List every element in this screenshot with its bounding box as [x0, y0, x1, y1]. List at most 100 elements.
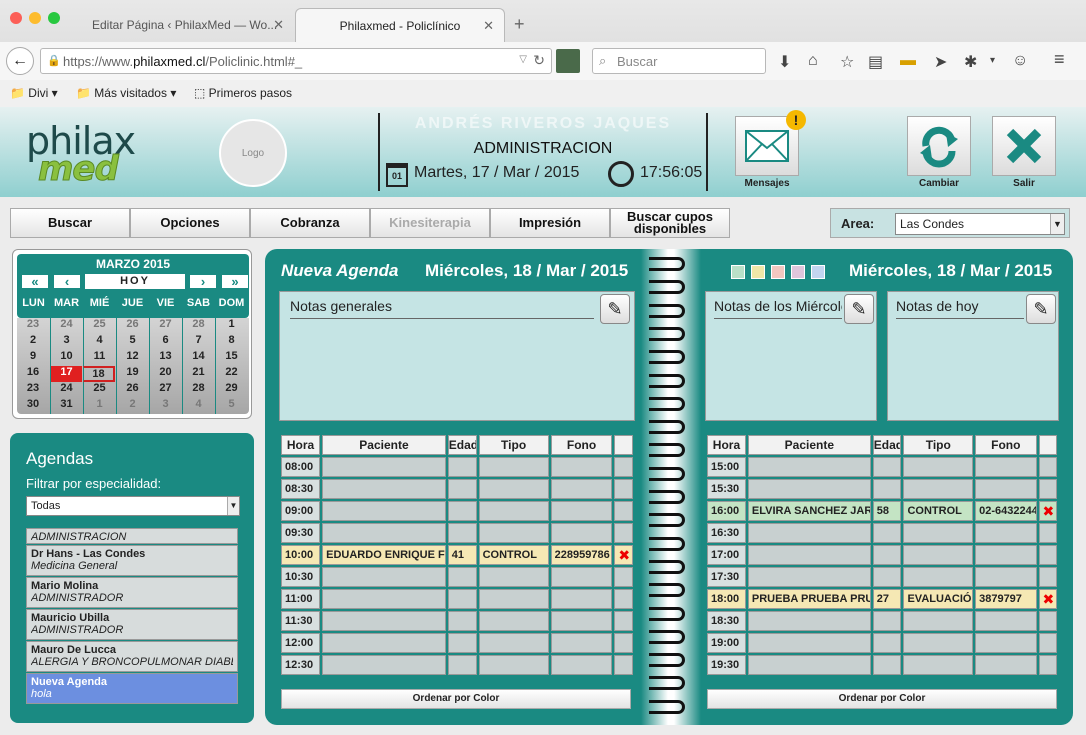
color-swatch[interactable]	[791, 265, 805, 279]
change-button[interactable]	[907, 116, 971, 176]
calendar-day[interactable]: 30	[17, 398, 49, 414]
general-notes[interactable]: Notas generales ✎	[279, 291, 635, 421]
tab-philaxmed[interactable]: Philaxmed - Policlínico ✕	[295, 8, 505, 42]
calendar-day[interactable]: 5	[116, 334, 148, 350]
agenda-list-item[interactable]: Mario Molina ADMINISTRADOR	[26, 577, 238, 608]
table-row[interactable]: 10:30	[281, 567, 633, 587]
calendar-day[interactable]: 17	[50, 366, 82, 382]
order-by-color-button[interactable]: Ordenar por Color	[281, 689, 631, 709]
next-year-button[interactable]: »	[221, 274, 249, 289]
download-icon[interactable]: ⬇	[778, 52, 791, 72]
calendar-day[interactable]: 2	[116, 398, 148, 414]
bookmark-divi[interactable]: 📁 Divi ▾	[10, 86, 58, 100]
calendar-day[interactable]: 10	[50, 350, 82, 366]
calendar-day[interactable]: 25	[83, 382, 115, 398]
today-notes[interactable]: Notas de hoy ✎	[887, 291, 1059, 421]
menu-buscar[interactable]: Buscar	[10, 208, 130, 238]
calendar-day[interactable]: 3	[50, 334, 82, 350]
color-swatch[interactable]	[731, 265, 745, 279]
table-row[interactable]: 18:30	[707, 611, 1057, 631]
calendar-day[interactable]: 22	[215, 366, 247, 382]
tab-editar-pagina[interactable]: Editar Página ‹ PhilaxMed — Wo... ✕	[78, 8, 294, 42]
calendar-day[interactable]: 31	[50, 398, 82, 414]
delete-appointment-icon[interactable]: ✖	[614, 545, 633, 565]
agenda-list-item[interactable]: Dr Hans - Las Condes Medicina General	[26, 545, 238, 576]
calendar-day[interactable]: 27	[149, 318, 181, 334]
menu-cobranza[interactable]: Cobranza	[250, 208, 370, 238]
url-bar[interactable]: 🔒 https://www.philaxmed.cl/Policlinic.ht…	[40, 48, 552, 74]
agenda-list-item[interactable]: Mauro De Lucca ALERGIA Y BRONCOPULMONAR D…	[26, 641, 238, 672]
calendar-day[interactable]: 11	[83, 350, 115, 366]
calendar-day[interactable]: 24	[50, 318, 82, 334]
table-row[interactable]: 18:00 PRUEBA PRUEBA PRU 27 EVALUACIÓN 387979…	[707, 589, 1057, 609]
calendar-day[interactable]: 1	[215, 318, 247, 334]
table-row[interactable]: 15:00	[707, 457, 1057, 477]
calendar-day[interactable]: 16	[17, 366, 49, 382]
table-row[interactable]: 15:30	[707, 479, 1057, 499]
bookmark-star-icon[interactable]: ☆	[840, 52, 854, 72]
calendar-day[interactable]: 29	[215, 382, 247, 398]
table-row[interactable]: 17:00	[707, 545, 1057, 565]
table-row[interactable]: 16:00 ELVIRA SANCHEZ JAR 58 CONTROL 02-64322…	[707, 501, 1057, 521]
calendar-day[interactable]: 8	[215, 334, 247, 350]
table-row[interactable]: 19:00	[707, 633, 1057, 653]
calendar-day[interactable]: 9	[17, 350, 49, 366]
table-row[interactable]: 09:00	[281, 501, 633, 521]
agenda-list-item[interactable]: Nueva Agenda hola	[26, 673, 238, 704]
exit-button[interactable]	[992, 116, 1056, 176]
table-row[interactable]: 11:00	[281, 589, 633, 609]
close-window-icon[interactable]	[10, 12, 22, 24]
chat-icon[interactable]: ☺	[1012, 52, 1028, 70]
edit-today-notes-button[interactable]: ✎	[1026, 294, 1056, 324]
pocket-icon[interactable]: ▬	[900, 52, 916, 70]
calendar-day[interactable]: 5	[215, 398, 247, 414]
close-tab-icon[interactable]: ✕	[483, 18, 494, 34]
menu-impresion[interactable]: Impresión	[490, 208, 610, 238]
area-select[interactable]: Las Condes ▼	[895, 213, 1065, 235]
specialty-select[interactable]: Todas ▼	[26, 496, 240, 516]
menu-icon[interactable]: ≡	[1054, 49, 1065, 70]
menu-buscar-cupos[interactable]: Buscar cupos disponibles	[610, 208, 730, 238]
reader-icon[interactable]	[556, 49, 580, 73]
calendar-day[interactable]: 28	[182, 318, 214, 334]
calendar-day[interactable]: 1	[83, 398, 115, 414]
color-swatch[interactable]	[811, 265, 825, 279]
calendar-day[interactable]: 26	[116, 382, 148, 398]
search-input[interactable]: ⌕ Buscar	[592, 48, 766, 74]
table-row[interactable]: 12:00	[281, 633, 633, 653]
dropdown-icon[interactable]: ▽	[519, 54, 527, 65]
calendar-day[interactable]: 19	[116, 366, 148, 382]
bookmark-mas-visitados[interactable]: 📁 Más visitados ▾	[76, 86, 176, 100]
calendar-day[interactable]: 13	[149, 350, 181, 366]
calendar-day[interactable]: 20	[149, 366, 181, 382]
calendar-day[interactable]: 24	[50, 382, 82, 398]
minimize-window-icon[interactable]	[29, 12, 41, 24]
table-row[interactable]: 17:30	[707, 567, 1057, 587]
table-row[interactable]: 08:30	[281, 479, 633, 499]
today-button[interactable]: HOY	[85, 274, 185, 289]
calendar-day[interactable]: 12	[116, 350, 148, 366]
delete-appointment-icon[interactable]: ✖	[1038, 501, 1057, 521]
reading-list-icon[interactable]: ▤	[868, 52, 883, 72]
back-icon[interactable]: ←	[6, 47, 34, 75]
extension-dropdown-icon[interactable]: ▾	[990, 55, 995, 66]
new-tab-icon[interactable]: +	[514, 14, 525, 35]
order-by-color-button[interactable]: Ordenar por Color	[707, 689, 1057, 709]
calendar-day[interactable]: 28	[182, 382, 214, 398]
table-row[interactable]: 10:00 EDUARDO ENRIQUE F 41 CONTROL 228959786…	[281, 545, 633, 565]
table-row[interactable]: 12:30	[281, 655, 633, 675]
home-icon[interactable]: ⌂	[808, 52, 818, 70]
table-row[interactable]: 16:30	[707, 523, 1057, 543]
calendar-day[interactable]: 26	[116, 318, 148, 334]
calendar-day[interactable]: 14	[182, 350, 214, 366]
weekday-notes[interactable]: Notas de los Miércoles ✎	[705, 291, 877, 421]
calendar-day[interactable]: 15	[215, 350, 247, 366]
prev-year-button[interactable]: «	[21, 274, 49, 289]
calendar-day[interactable]: 23	[17, 382, 49, 398]
agenda-list-item[interactable]: Mauricio Ubilla ADMINISTRADOR	[26, 609, 238, 640]
table-row[interactable]: 09:30	[281, 523, 633, 543]
calendar-day[interactable]: 3	[149, 398, 181, 414]
reload-icon[interactable]: ↻	[533, 52, 545, 69]
maximize-window-icon[interactable]	[48, 12, 60, 24]
edit-weekday-notes-button[interactable]: ✎	[844, 294, 874, 324]
